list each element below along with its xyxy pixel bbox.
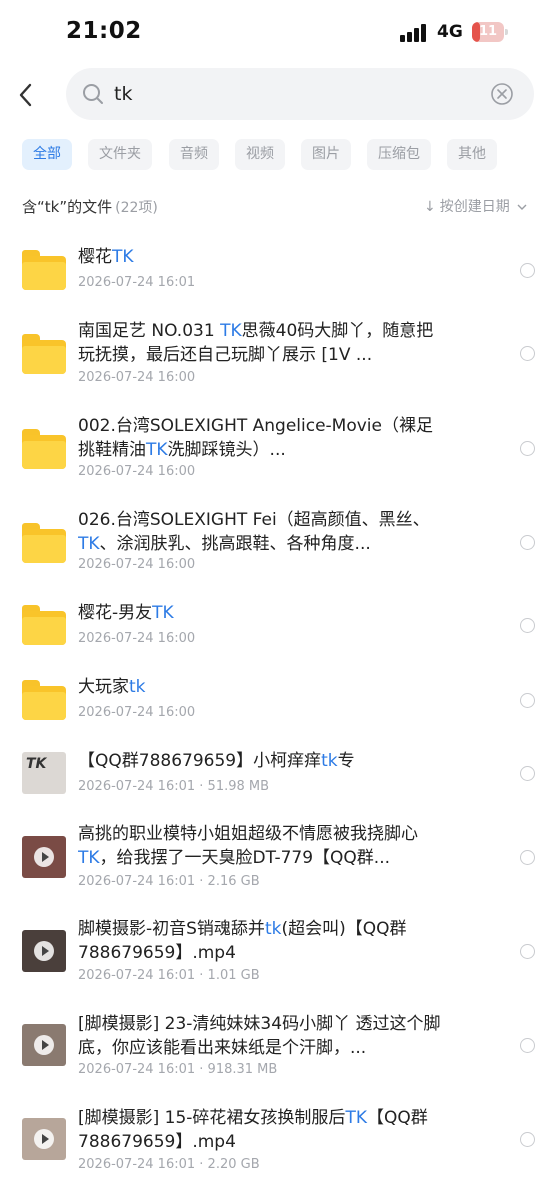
title-text: 026.台湾SOLEXIGHT Fei（超高颜值、黑丝、 — [78, 510, 430, 530]
sort-button[interactable]: ↓ 按创建日期 — [424, 196, 527, 216]
status-bar: 21:02 4G 11 — [0, 0, 555, 66]
match-highlight: TK — [152, 603, 174, 623]
item-title: 026.台湾SOLEXIGHT Fei（超高颜值、黑丝、 TK、涂润肤乳、挑高跟鞋… — [78, 508, 448, 556]
filter-tab-archives[interactable]: 压缩包 — [367, 139, 431, 170]
sort-label: 按创建日期 — [439, 199, 510, 215]
item-meta: 2026-07-24 16:00 — [78, 705, 196, 720]
select-radio[interactable] — [520, 944, 535, 959]
item-meta: 2026-07-24 16:00 — [78, 631, 196, 646]
status-time: 21:02 — [66, 18, 142, 44]
battery-level: 11 — [478, 24, 498, 39]
video-thumbnail — [22, 930, 66, 972]
select-radio[interactable] — [520, 1132, 535, 1147]
match-highlight: TK — [220, 321, 242, 341]
item-title: 大玩家tk — [78, 675, 448, 699]
clear-icon[interactable] — [490, 82, 514, 106]
select-radio[interactable] — [520, 1038, 535, 1053]
video-thumbnail — [22, 836, 66, 878]
filter-tab-other[interactable]: 其他 — [447, 139, 497, 170]
title-text: 、涂润肤乳、挑高跟鞋、各种角度... — [99, 534, 371, 554]
video-thumbnail: TK — [22, 752, 66, 794]
play-icon — [34, 1129, 54, 1149]
item-title: 【QQ群788679659】小柯痒痒tk专 — [78, 749, 448, 773]
item-meta: 2026-07-24 16:01 · 918.31 MB — [78, 1062, 278, 1077]
sort-arrow-icon: ↓ — [424, 199, 436, 215]
chevron-left-icon — [19, 83, 32, 107]
filter-tab-all[interactable]: 全部 — [22, 139, 72, 170]
title-text: [脚模摄影] 15-碎花裙女孩换制服后 — [78, 1108, 346, 1128]
filter-tab-images[interactable]: 图片 — [301, 139, 351, 170]
select-radio[interactable] — [520, 693, 535, 708]
search-input[interactable] — [114, 68, 484, 120]
match-highlight: tk — [264, 919, 282, 939]
folder-icon — [22, 334, 66, 374]
result-summary: 含“tk”的文件 (22项) — [22, 196, 158, 217]
filter-tab-video[interactable]: 视频 — [235, 139, 285, 170]
search-bar — [66, 68, 534, 120]
video-thumbnail — [22, 1118, 66, 1160]
title-text: 樱花-男友 — [78, 603, 153, 623]
item-title: 南国足艺 NO.031 TK思薇40码大脚丫，随意把玩抚摸，最后还自己玩脚丫展示… — [78, 319, 448, 367]
thumbnail-text: TK — [26, 756, 47, 772]
filter-tab-folders[interactable]: 文件夹 — [88, 139, 152, 170]
title-text: ，给我摆了一天臭脸DT-779【QQ群... — [99, 848, 391, 868]
item-meta: 2026-07-24 16:00 — [78, 464, 196, 479]
select-radio[interactable] — [520, 263, 535, 278]
chevron-down-icon — [517, 204, 527, 210]
title-text: 脚模摄影-初音S销魂舔并 — [78, 919, 265, 939]
folder-icon — [22, 429, 66, 469]
battery-icon: 11 — [472, 22, 508, 42]
folder-icon — [22, 523, 66, 563]
match-highlight: TK — [112, 247, 134, 267]
item-title: [脚模摄影] 15-碎花裙女孩换制服后TK【QQ群788679659】.mp4 — [78, 1106, 448, 1154]
folder-icon — [22, 680, 66, 720]
match-highlight: TK — [146, 440, 168, 460]
result-label: 含“tk”的文件 — [22, 198, 113, 216]
match-highlight: TK — [78, 534, 100, 554]
title-text: [脚模摄影] 23-清纯妹妹34码小脚丫 透过这个脚底，你应该能看出来妹纸是个汗… — [78, 1014, 441, 1058]
item-title: 脚模摄影-初音S销魂舔并tk(超会叫)【QQ群788679659】.mp4 — [78, 917, 448, 965]
play-icon — [34, 847, 54, 867]
select-radio[interactable] — [520, 535, 535, 550]
select-radio[interactable] — [520, 618, 535, 633]
select-radio[interactable] — [520, 441, 535, 456]
play-icon — [34, 1035, 54, 1055]
title-text: 樱花 — [78, 247, 112, 267]
item-title: 樱花TK — [78, 245, 448, 269]
play-icon — [34, 941, 54, 961]
item-meta: 2026-07-24 16:00 — [78, 557, 196, 572]
folder-icon — [22, 605, 66, 645]
match-highlight: TK — [345, 1108, 367, 1128]
item-title: 高挑的职业模特小姐姐超级不情愿被我挠脚心 TK，给我摆了一天臭脸DT-779【QQ… — [78, 822, 448, 870]
item-meta: 2026-07-24 16:01 — [78, 275, 196, 290]
item-meta: 2026-07-24 16:01 · 1.01 GB — [78, 968, 260, 983]
match-highlight: tk — [321, 751, 338, 771]
select-radio[interactable] — [520, 850, 535, 865]
item-title: [脚模摄影] 23-清纯妹妹34码小脚丫 透过这个脚底，你应该能看出来妹纸是个汗… — [78, 1012, 448, 1060]
item-title: 樱花-男友TK — [78, 601, 448, 625]
item-meta: 2026-07-24 16:00 — [78, 370, 196, 385]
select-radio[interactable] — [520, 346, 535, 361]
title-text: 大玩家 — [78, 677, 129, 697]
item-meta: 2026-07-24 16:01 · 2.20 GB — [78, 1157, 260, 1172]
folder-icon — [22, 250, 66, 290]
title-text: 洗脚踩镜头）... — [167, 440, 286, 460]
match-highlight: tk — [129, 677, 146, 697]
match-highlight: TK — [78, 848, 100, 868]
title-text: 高挑的职业模特小姐姐超级不情愿被我挠脚心 — [78, 824, 418, 844]
filter-tab-audio[interactable]: 音频 — [169, 139, 219, 170]
select-radio[interactable] — [520, 766, 535, 781]
video-thumbnail — [22, 1024, 66, 1066]
item-meta: 2026-07-24 16:01 · 2.16 GB — [78, 874, 260, 889]
title-text: 专 — [337, 751, 355, 771]
signal-icon — [400, 24, 430, 42]
item-meta: 2026-07-24 16:01 · 51.98 MB — [78, 779, 270, 794]
search-icon — [83, 84, 103, 104]
item-title: 002.台湾SOLEXIGHT Angelice-Movie（裸足挑鞋精油TK洗… — [78, 414, 448, 462]
result-count: (22项) — [115, 200, 158, 216]
title-text: 【QQ群788679659】小柯痒痒 — [78, 751, 322, 771]
network-label: 4G — [437, 22, 463, 42]
title-text: 南国足艺 NO.031 — [78, 321, 221, 341]
back-button[interactable] — [12, 78, 44, 112]
